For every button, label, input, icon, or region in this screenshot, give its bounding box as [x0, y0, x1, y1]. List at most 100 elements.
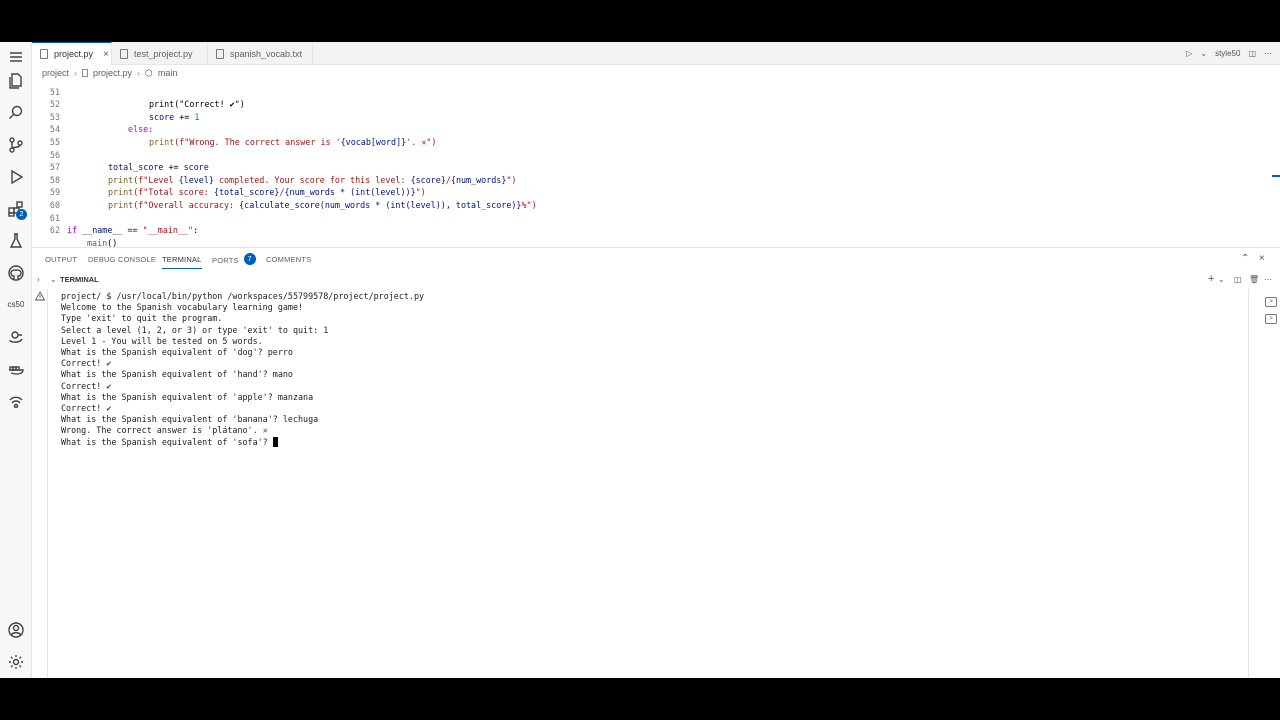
close-icon[interactable]: ×: [103, 49, 109, 60]
cs50-label[interactable]: cs50: [4, 300, 28, 309]
more-actions-icon[interactable]: ⋯: [1264, 275, 1272, 284]
code-line: 59 print(f"Overall accuracy: {calculate_…: [32, 174, 537, 210]
code-token: score: [183, 162, 209, 173]
code-line: 51 print("Correct! ✔"): [32, 79, 245, 110]
menu-icon[interactable]: [6, 47, 26, 67]
code-token: if: [67, 225, 78, 236]
file-icon: [82, 69, 89, 77]
terminal-section-header[interactable]: › ⌄ TERMINAL + ⌄ ◫ 🗑 ⋯: [32, 273, 1280, 289]
terminal-line: Level 1 - You will be tested on 5 words.: [61, 335, 263, 346]
tab-output[interactable]: OUTPUT: [45, 255, 77, 269]
code-token: "): [426, 136, 437, 147]
tab-label: project.py: [54, 49, 94, 59]
code-token: score: [149, 111, 175, 122]
split-terminal-icon[interactable]: ◫: [1234, 275, 1242, 284]
code-token: print: [108, 199, 134, 210]
terminal-output[interactable]: project/ $ /usr/local/bin/python /worksp…: [47, 289, 1249, 678]
style50-button[interactable]: style50: [1215, 49, 1240, 58]
terminal-line: What is the Spanish equivalent of 'sofa'…: [61, 437, 278, 448]
terminal-line: Wrong. The correct answer is 'plátano'. …: [61, 425, 268, 436]
terminal-instance-icon[interactable]: >: [1265, 314, 1277, 324]
code-line: 58 print(f"Total score: {total_score}/{n…: [32, 161, 426, 198]
tab-ports[interactable]: PORTS 7: [212, 253, 256, 269]
code-token: (f"Total score:: [133, 187, 214, 198]
code-token: total_score: [108, 162, 164, 173]
code-line: 52 score += 1: [32, 86, 200, 122]
terminal-instance-icon[interactable]: >: [1265, 297, 1277, 307]
tab-debug-console[interactable]: DEBUG CONSOLE: [88, 255, 156, 269]
terminal-line: project/ $ /usr/local/bin/python /worksp…: [61, 291, 425, 301]
code-token: {total_score}: [213, 187, 280, 198]
chevron-down-icon[interactable]: ⌄: [1218, 275, 1225, 284]
checkmark-icon: ✔: [106, 380, 112, 391]
file-icon: [40, 49, 48, 59]
code-token: '.: [406, 136, 422, 147]
editor-actions: ▷ ⌄ style50 ◫ ⋯: [1186, 42, 1272, 65]
breadcrumb: project › project.py › ⬡ main: [42, 67, 177, 79]
terminal-line: What is the Spanish equivalent of 'apple…: [61, 391, 314, 402]
code-token: completed. Your score for this level:: [213, 174, 411, 185]
maximize-panel-icon[interactable]: ⌃: [1241, 253, 1249, 264]
terminal-line: What is the Spanish equivalent of 'hand'…: [61, 369, 293, 380]
terminal-title: TERMINAL: [60, 275, 99, 284]
remote-explorer-icon[interactable]: [6, 391, 26, 411]
terminal-text: Correct!: [61, 380, 107, 391]
tab-terminal[interactable]: TERMINAL: [162, 255, 202, 269]
source-control-icon[interactable]: [6, 135, 26, 155]
code-line: 62 main(): [32, 212, 117, 248]
code-token: +=: [174, 111, 195, 122]
terminal-cursor: [272, 437, 278, 448]
run-icon[interactable]: ▷: [1186, 49, 1192, 58]
code-token: (f"Wrong. The correct answer is ': [174, 136, 341, 147]
terminal-line: What is the Spanish equivalent of 'dog'?…: [61, 347, 293, 357]
terminal-line: What is the Spanish equivalent of 'banan…: [61, 414, 319, 425]
terminal-line: Welcome to the Spanish vocabulary learni…: [61, 302, 304, 313]
run-debug-icon[interactable]: [6, 167, 26, 187]
chevron-down-icon[interactable]: ⌄: [1200, 49, 1207, 58]
code-token: __name__ ==: [77, 225, 143, 236]
split-editor-icon[interactable]: ◫: [1248, 49, 1256, 58]
testing-flask-icon[interactable]: [6, 231, 26, 251]
line-number: 62: [49, 225, 60, 236]
tab-project-py[interactable]: project.py ×: [32, 42, 112, 65]
new-terminal-icon[interactable]: +: [1208, 273, 1214, 285]
breadcrumb-file[interactable]: project.py: [93, 68, 132, 78]
chevron-right-icon[interactable]: ›: [37, 275, 40, 284]
tab-test-project-py[interactable]: test_project.py: [112, 42, 208, 65]
docker-icon[interactable]: [6, 359, 26, 379]
search-icon[interactable]: [6, 103, 26, 123]
breadcrumb-folder[interactable]: project: [42, 68, 69, 78]
code-token: "): [506, 174, 517, 185]
breadcrumb-symbol[interactable]: main: [158, 68, 178, 78]
file-icon: [120, 48, 128, 59]
code-token: :: [193, 225, 199, 236]
tab-spanish-vocab-txt[interactable]: spanish_vocab.txt: [208, 42, 313, 65]
terminal-line: Select a level (1, 2, or 3) or type 'exi…: [61, 324, 329, 335]
account-icon[interactable]: [6, 620, 26, 640]
duck-icon[interactable]: [6, 327, 26, 347]
code-token: print: [149, 136, 175, 147]
terminal-line: Correct! ✔: [61, 403, 111, 414]
activity-bar: 2 cs50: [0, 42, 32, 678]
tab-comments[interactable]: COMMENTS: [266, 255, 311, 269]
code-token: (f"Level: [133, 174, 179, 185]
close-panel-icon[interactable]: ×: [1259, 253, 1265, 264]
terminal-line: Type 'exit' to quit the program.: [61, 313, 223, 324]
code-token: {num_words * (int(level))}: [284, 187, 416, 198]
code-line: 57 print(f"Level {level} completed. Your…: [32, 149, 517, 185]
chevron-down-icon[interactable]: ⌄: [50, 275, 57, 284]
warning-icon[interactable]: [35, 291, 45, 301]
more-actions-icon[interactable]: ⋯: [1264, 49, 1272, 58]
checkmark-icon: ✔: [106, 358, 112, 369]
terminal-line: Correct! ✔: [61, 381, 111, 392]
tab-label: PORTS: [212, 255, 239, 265]
code-token: %"): [521, 199, 537, 210]
code-token: {score}: [410, 174, 446, 185]
explorer-icon[interactable]: [6, 71, 26, 91]
settings-gear-icon[interactable]: [6, 652, 26, 672]
github-icon[interactable]: [6, 263, 26, 283]
code-token: "): [415, 187, 426, 198]
trash-icon[interactable]: 🗑: [1249, 275, 1259, 284]
editor-tab-bar: project.py × test_project.py spanish_voc…: [32, 42, 1280, 65]
bottom-panel: OUTPUT DEBUG CONSOLE TERMINAL PORTS 7 COM…: [32, 247, 1280, 678]
